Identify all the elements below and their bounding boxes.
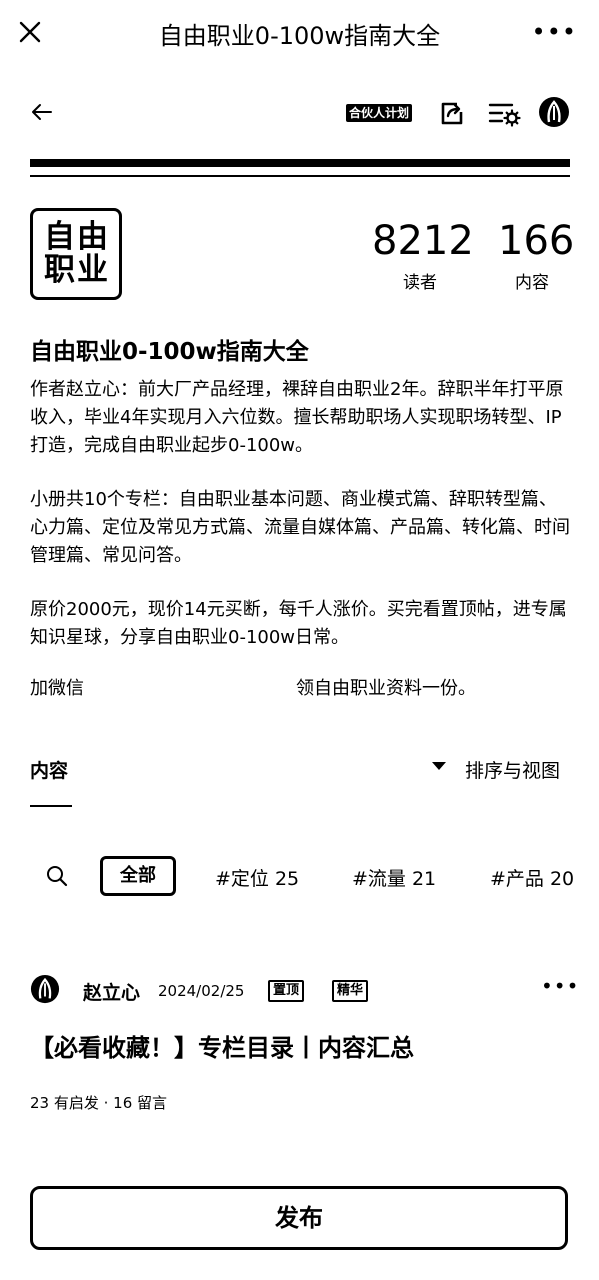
sort-and-view-button[interactable]: 排序与视图 (465, 756, 560, 783)
back-arrow-icon[interactable] (30, 100, 54, 124)
featured-badge: 精华 (332, 980, 369, 1002)
channel-logo: 自 由 职 业 (30, 208, 122, 300)
post-date: 2024/02/25 (158, 982, 245, 1000)
logo-char: 自 (44, 219, 75, 255)
pinned-badge: 置顶 (268, 980, 305, 1002)
tag-positioning[interactable]: #定位 25 (215, 864, 299, 891)
content-section-title[interactable]: 内容 (30, 756, 68, 783)
share-icon[interactable] (437, 98, 467, 128)
post-author[interactable]: 赵立心 (83, 978, 140, 1005)
search-icon[interactable] (46, 865, 68, 887)
channel-title: 自由职业0-100w指南大全 (30, 339, 309, 365)
content-count[interactable]: 166 (498, 218, 574, 264)
wechat-suffix: 领自由职业资料一份。 (296, 678, 476, 699)
post-title[interactable]: 【必看收藏！】专栏目录丨内容汇总 (30, 1028, 414, 1063)
content-label: 内容 (515, 273, 549, 293)
settings-list-icon[interactable] (488, 98, 522, 128)
header-divider-thin (30, 175, 570, 177)
logo-char: 由 (77, 219, 108, 255)
header-divider-thick (30, 159, 570, 167)
window-title: 自由职业0-100w指南大全 (158, 22, 441, 50)
author-avatar-icon[interactable] (30, 974, 60, 1004)
channel-description-author: 作者赵立心：前大厂产品经理，裸辞自由职业2年。辞职半年打平原收入，毕业4年实现月… (30, 379, 564, 456)
post-meta: 23 有启发 · 16 留言 (30, 1094, 168, 1112)
tag-all[interactable]: 全部 (100, 856, 176, 896)
post-more-icon[interactable]: ••• (541, 974, 579, 998)
caret-down-icon[interactable] (432, 762, 446, 770)
tag-product[interactable]: #产品 20 (490, 864, 574, 891)
logo-char: 业 (77, 252, 108, 288)
tag-traffic[interactable]: #流量 21 (352, 864, 436, 891)
partner-plan-badge[interactable]: 合伙人计划 (346, 104, 413, 122)
publish-button[interactable]: 发布 (30, 1186, 568, 1250)
channel-description-columns: 小册共10个专栏：自由职业基本问题、商业模式篇、辞职转型篇、心力篇、定位及常见方… (30, 489, 570, 566)
tab-underline (30, 805, 72, 807)
channel-description-price: 原价2000元，现价14元买断，每千人涨价。买完看置顶帖，进专属知识星球，分享自… (30, 599, 567, 648)
more-options-icon[interactable]: ••• (532, 18, 577, 46)
user-avatar-icon[interactable] (538, 96, 570, 128)
readers-label: 读者 (403, 273, 437, 293)
readers-count[interactable]: 8212 (372, 218, 474, 264)
logo-char: 职 (44, 252, 75, 288)
wechat-prefix: 加微信 (30, 678, 84, 699)
